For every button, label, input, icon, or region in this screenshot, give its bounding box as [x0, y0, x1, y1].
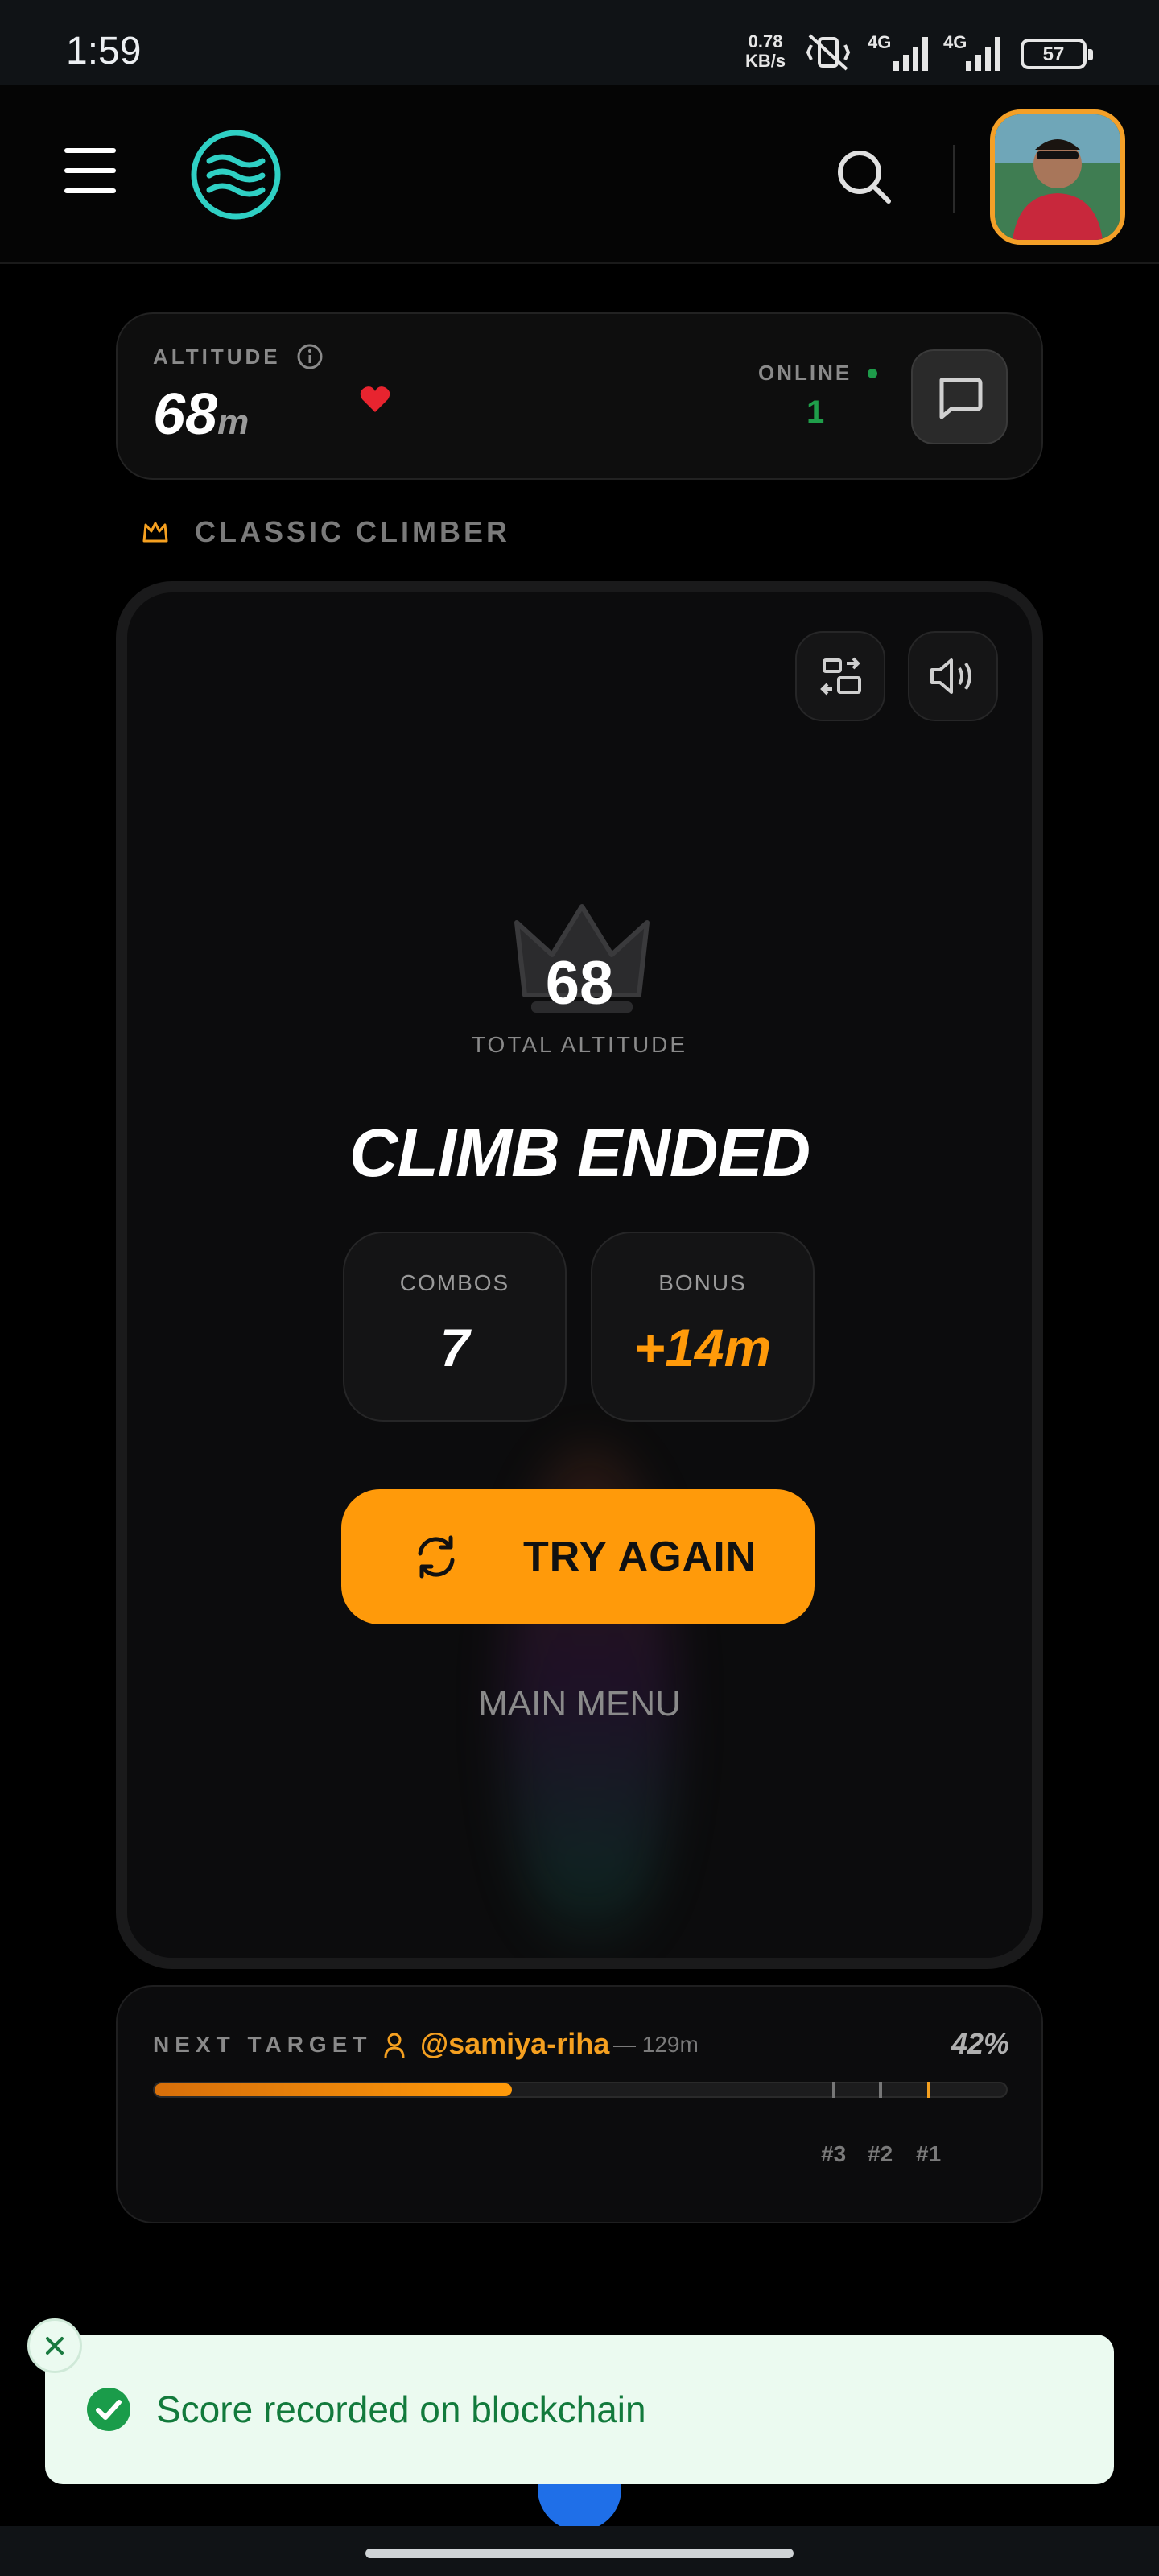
combos-label: COMBOS [399, 1270, 510, 1295]
rank-1-marker [927, 2082, 930, 2098]
rank-2-label: #2 [868, 2141, 893, 2166]
battery-icon: 57 [1021, 39, 1093, 69]
target-altitude: — 129m [613, 2032, 699, 2057]
total-altitude-value: 68 [545, 949, 614, 1018]
check-circle-icon [87, 2388, 130, 2431]
waves-logo-icon[interactable] [190, 129, 282, 221]
hamburger-icon[interactable] [64, 148, 116, 193]
network-speed: 0.78 KB/s [745, 32, 786, 71]
altitude-number: 68 [153, 382, 218, 447]
close-icon [46, 2337, 64, 2355]
rank-3-marker [832, 2082, 835, 2098]
network-speed-value: 0.78 [748, 31, 783, 52]
online-status-dot [868, 369, 877, 378]
refresh-icon [418, 1535, 455, 1579]
target-progress-fill [155, 2083, 513, 2096]
altitude-card: ALTITUDE 68m ONLINE 1 [116, 312, 1043, 480]
battery-level: 57 [1042, 43, 1065, 65]
toast-notification: Score recorded on blockchain [45, 2334, 1114, 2484]
combos-stat: COMBOS 7 [343, 1232, 567, 1422]
rank-3-label: #3 [821, 2141, 847, 2166]
network-speed-unit: KB/s [745, 51, 786, 71]
altitude-unit: m [217, 402, 250, 442]
altitude-label: ALTITUDE [153, 345, 281, 369]
online-count: 1 [806, 394, 825, 430]
search-icon[interactable] [834, 147, 893, 206]
vibrate-off-icon [806, 34, 851, 71]
user-icon [384, 2033, 405, 2058]
signal-icon-1 [893, 37, 928, 71]
avatar-photo [995, 114, 1120, 240]
online-label: ONLINE [758, 361, 852, 385]
next-target-label: NEXT TARGET [153, 2032, 373, 2057]
target-username[interactable]: @samiya-riha [420, 2027, 609, 2061]
heart-icon [360, 386, 390, 412]
climb-ended-title: CLIMB ENDED [349, 1115, 810, 1191]
info-icon[interactable] [296, 343, 324, 370]
app-header [0, 85, 1159, 264]
user-avatar[interactable] [990, 109, 1125, 245]
try-again-label: TRY AGAIN [523, 1534, 757, 1580]
rank-1-label: #1 [916, 2141, 942, 2166]
rank-2-marker [879, 2082, 882, 2098]
main-menu-link[interactable]: MAIN MENU [127, 1684, 1032, 1724]
speaker-icon [930, 658, 971, 694]
header-divider [953, 145, 955, 213]
target-percent: 42% [951, 2027, 1009, 2060]
bonus-value: +14m [633, 1318, 772, 1377]
total-altitude-label: TOTAL ALTITUDE [471, 1032, 688, 1057]
home-gesture-pill[interactable] [365, 2549, 794, 2558]
sound-button[interactable] [908, 631, 998, 721]
game-mode-label: CLASSIC CLIMBER [195, 515, 510, 548]
next-target-card: NEXT TARGET @samiya-riha — 129m 42% #3 #… [116, 1985, 1043, 2223]
switch-view-button[interactable] [795, 631, 885, 721]
altitude-value: 68m [153, 382, 249, 448]
switch-view-icon [820, 657, 861, 696]
try-again-button[interactable]: TRY AGAIN [341, 1489, 815, 1624]
crown-outline-icon [142, 522, 168, 543]
status-time: 1:59 [66, 30, 142, 72]
toast-message: Score recorded on blockchain [156, 2388, 646, 2430]
bonus-label: BONUS [658, 1270, 747, 1295]
system-nav-bar [0, 2526, 1159, 2576]
combos-value: 7 [439, 1318, 470, 1377]
toast-close-button[interactable] [27, 2318, 82, 2373]
chat-button[interactable] [911, 349, 1008, 444]
signal-icon-2 [966, 37, 1000, 71]
chat-icon [939, 378, 983, 419]
status-bar: 1:59 0.78 KB/s 4G 4G 57 [0, 0, 1159, 85]
game-panel: 68 TOTAL ALTITUDE CLIMB ENDED COMBOS 7 B… [116, 581, 1043, 1969]
bonus-stat: BONUS +14m [591, 1232, 815, 1422]
